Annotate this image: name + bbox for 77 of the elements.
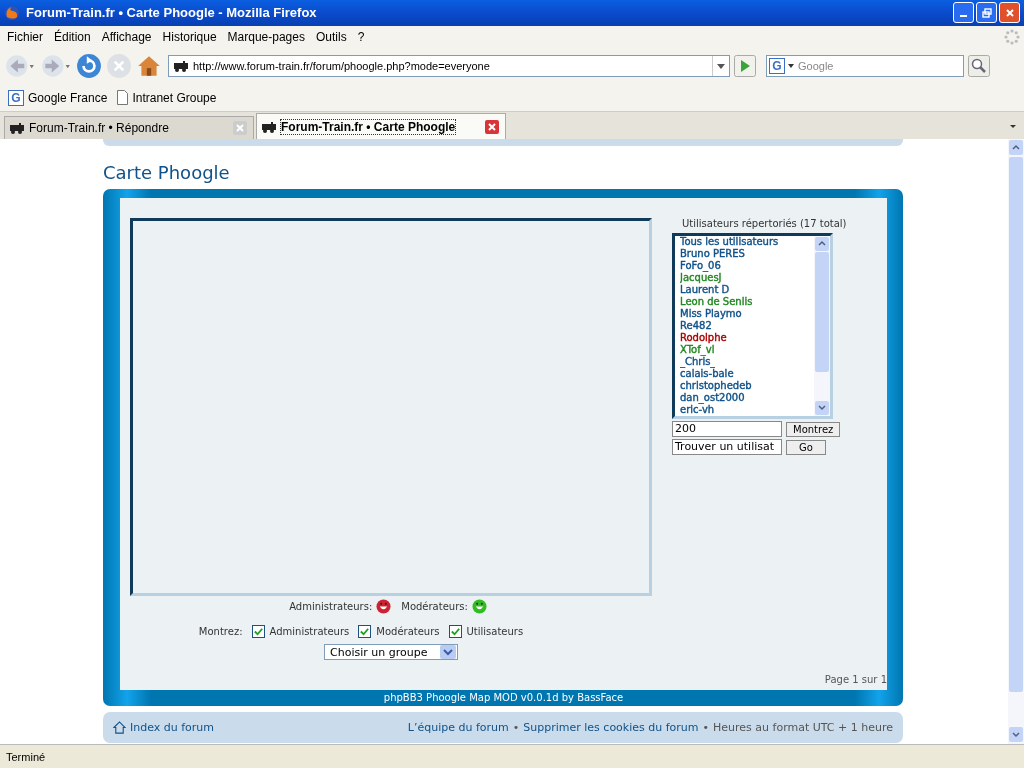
- user-list-item[interactable]: XTof_vl: [680, 344, 715, 357]
- search-button[interactable]: [968, 55, 990, 78]
- user-list-item[interactable]: eric-vh: [680, 404, 715, 417]
- group-dropdown[interactable]: Choisir un groupe: [324, 644, 458, 661]
- minimize-button[interactable]: [953, 2, 974, 24]
- train-icon: [261, 120, 277, 133]
- user-list-item[interactable]: christophedeb: [680, 380, 752, 393]
- maximize-button[interactable]: [976, 2, 997, 24]
- page-icon: [117, 90, 129, 106]
- address-bar[interactable]: http://www.forum-train.fr/forum/phoogle.php?mode=everyone: [168, 55, 730, 78]
- search-engine-logo: G: [8, 89, 24, 106]
- legend-label: Modérateurs:: [401, 601, 468, 613]
- close-button[interactable]: [999, 2, 1020, 24]
- user-list-item[interactable]: JacquesJ: [680, 272, 722, 285]
- go-button[interactable]: [734, 55, 756, 78]
- timezone-text: Heures au format UTC + 1 heure: [713, 721, 893, 735]
- browser-logo-icon: [4, 4, 20, 21]
- credit-text: phpBB3 Phoogle Map MOD v0.0.1d by BassFace: [383, 692, 624, 704]
- menu-item[interactable]: Outils: [310, 29, 353, 44]
- checkbox-label: Utilisateurs: [466, 626, 524, 638]
- user-list-item[interactable]: Rodolphe: [680, 332, 727, 345]
- footer-link[interactable]: Supprimer les cookies du forum: [523, 721, 699, 735]
- search-field[interactable]: G Google: [766, 55, 964, 78]
- user-list-item[interactable]: _Chris_: [680, 356, 716, 369]
- minimize-icon: [960, 14, 967, 17]
- dropdown-arrow-icon: [788, 64, 794, 69]
- close-tab-icon[interactable]: [485, 119, 499, 134]
- pagination-text: Page 1 sur 1: [824, 674, 887, 686]
- user-list-item[interactable]: Tous les utilisateurs: [680, 236, 779, 249]
- checkbox[interactable]: [448, 625, 462, 639]
- reload-button[interactable]: [76, 53, 102, 80]
- users-list-title: Utilisateurs répertoriés (17 total): [682, 218, 847, 230]
- checkbox[interactable]: [358, 625, 372, 639]
- browser-tab[interactable]: Forum-Train.fr • Carte Phoogle: [256, 113, 506, 140]
- menu-item[interactable]: Édition: [49, 29, 97, 44]
- filter-label: Montrez:: [198, 626, 243, 638]
- user-list-item[interactable]: Leon de Senlis: [680, 296, 753, 309]
- go-button[interactable]: Go: [786, 439, 826, 455]
- window-title: Forum-Train.fr • Carte Phoogle - Mozilla Firefox: [26, 5, 318, 21]
- bookmark-link[interactable]: Intranet Groupe: [117, 90, 217, 106]
- search-engine-logo[interactable]: G: [769, 58, 785, 75]
- scrollbar-drawing[interactable]: [1008, 139, 1024, 745]
- page-heading: Carte Phoogle: [103, 162, 231, 184]
- home-icon: [113, 721, 126, 735]
- find-user-field[interactable]: Trouver un utilisat: [672, 439, 782, 456]
- browser-tab[interactable]: Forum-Train.fr • Répondre: [4, 116, 254, 140]
- menu-item[interactable]: Marque-pages: [222, 29, 311, 44]
- bullet-separator: •: [702, 721, 710, 735]
- user-list-item[interactable]: FoFo_06: [680, 260, 721, 273]
- user-list-item[interactable]: dan_ost2000: [680, 392, 745, 405]
- count-field[interactable]: 200: [672, 421, 782, 438]
- user-list-item[interactable]: Miss Playmo: [680, 308, 742, 321]
- user-list-item[interactable]: calais-bale: [680, 368, 734, 381]
- train-icon: [173, 60, 189, 73]
- status-text: Terminé: [6, 750, 46, 763]
- show-button[interactable]: Montrez: [786, 421, 841, 437]
- user-list-item[interactable]: Bruno PERES: [680, 248, 745, 261]
- checkbox-label: Administrateurs: [269, 626, 350, 638]
- bookmark-link[interactable]: G Google France: [6, 89, 108, 106]
- menu-item[interactable]: Affichage: [96, 29, 158, 44]
- checkbox-label: Modérateurs: [376, 626, 440, 638]
- scrollbar-drawing[interactable]: [814, 236, 830, 417]
- legend-label: Administrateurs:: [289, 601, 373, 613]
- bullet-separator: •: [512, 721, 520, 735]
- close-icon: [1004, 7, 1015, 18]
- forum-index-link[interactable]: Index du forum: [113, 721, 215, 735]
- user-list-item[interactable]: Re482: [680, 320, 712, 333]
- checkbox[interactable]: [251, 625, 265, 639]
- user-list[interactable]: Tous les utilisateurs Bruno PERES FoFo_06 JacquesJ Laurent D Leon de Senlis Miss Playmo Re482 Rodolphe XTof_vl _Chris_ calais-bale christophedeb dan_ost2000 eric-vh: [672, 233, 833, 420]
- footer-link[interactable]: L’équipe du forum: [407, 721, 509, 735]
- train-icon: [9, 122, 25, 135]
- menu-item[interactable]: Fichier: [2, 29, 49, 44]
- menu-item[interactable]: Historique: [157, 29, 223, 44]
- throbber-icon: [1004, 28, 1020, 45]
- menu-item[interactable]: ?: [352, 29, 371, 44]
- restore-icon: [981, 7, 992, 18]
- user-list-item[interactable]: Laurent D: [680, 284, 730, 297]
